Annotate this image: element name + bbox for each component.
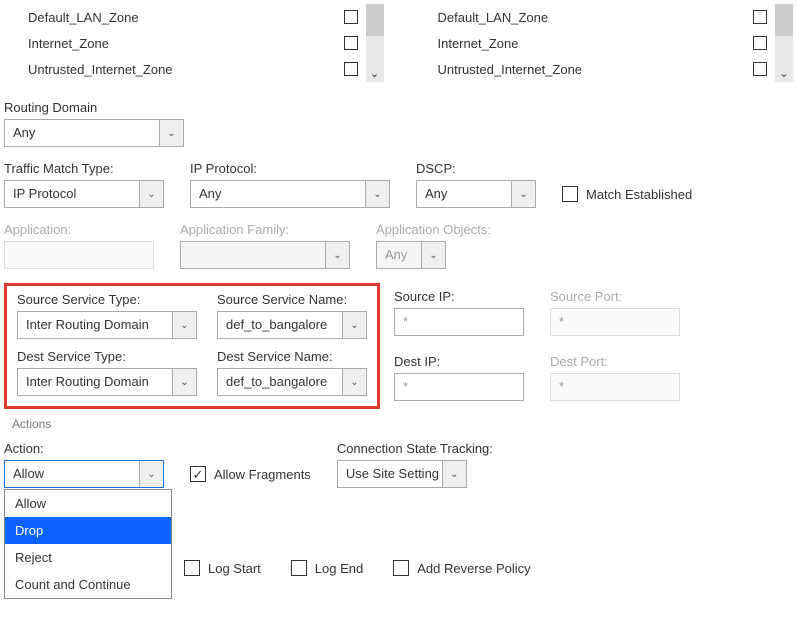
application-input <box>4 241 154 269</box>
service-type-highlight: Source Service Type: Inter Routing Domai… <box>4 283 380 409</box>
chevron-down-icon[interactable]: ⌄ <box>365 181 389 207</box>
checkbox[interactable] <box>184 560 200 576</box>
dest-ip-label: Dest IP: <box>394 354 524 369</box>
list-item[interactable]: Untrusted_Internet_Zone <box>414 56 776 82</box>
action-select[interactable]: Allow⌄ <box>4 460 164 488</box>
checkbox[interactable] <box>393 560 409 576</box>
chevron-down-icon[interactable]: ⌄ <box>139 181 163 207</box>
action-option-reject[interactable]: Reject <box>5 544 171 571</box>
ip-protocol-select[interactable]: Any⌄ <box>190 180 390 208</box>
dst-svc-type-select[interactable]: Inter Routing Domain⌄ <box>17 368 197 396</box>
dst-svc-name-select[interactable]: def_to_bangalore⌄ <box>217 368 367 396</box>
src-svc-type-select[interactable]: Inter Routing Domain⌄ <box>17 311 197 339</box>
log-start-check[interactable]: Log Start <box>184 560 261 576</box>
src-svc-name-select[interactable]: def_to_bangalore⌄ <box>217 311 367 339</box>
chevron-down-icon[interactable]: ⌄ <box>342 312 366 338</box>
checkbox[interactable] <box>344 10 358 24</box>
conn-state-select[interactable]: Use Site Setting⌄ <box>337 460 467 488</box>
checkbox[interactable] <box>753 62 767 76</box>
checkbox[interactable] <box>291 560 307 576</box>
list-item[interactable]: Untrusted_Internet_Zone <box>4 56 366 82</box>
list-item[interactable]: Internet_Zone <box>4 30 366 56</box>
dst-svc-name-label: Dest Service Name: <box>217 349 367 364</box>
actions-section-label: Actions <box>12 417 793 431</box>
chevron-down-icon[interactable]: ⌄ <box>775 67 793 80</box>
list-item[interactable]: Internet_Zone <box>414 30 776 56</box>
source-port-label: Source Port: <box>550 289 680 304</box>
application-label: Application: <box>4 222 154 237</box>
source-port-input: * <box>550 308 680 336</box>
routing-domain-select[interactable]: Any ⌄ <box>4 119 184 147</box>
checkbox[interactable] <box>344 62 358 76</box>
from-zone-list: Default_LAN_Zone Internet_Zone Untrusted… <box>4 4 384 82</box>
allow-fragments-check[interactable]: Allow Fragments <box>190 460 311 488</box>
to-zone-list: Default_LAN_Zone Internet_Zone Untrusted… <box>414 4 794 82</box>
chevron-down-icon: ⌄ <box>421 242 445 268</box>
chevron-down-icon[interactable]: ⌄ <box>442 461 466 487</box>
list-item[interactable]: Default_LAN_Zone <box>4 4 366 30</box>
chevron-down-icon: ⌄ <box>325 242 349 268</box>
chevron-down-icon[interactable]: ⌄ <box>342 369 366 395</box>
traffic-match-label: Traffic Match Type: <box>4 161 164 176</box>
chevron-down-icon[interactable]: ⌄ <box>139 461 163 487</box>
routing-domain-label: Routing Domain <box>4 100 793 115</box>
action-label: Action: <box>4 441 164 456</box>
checkbox[interactable] <box>190 466 206 482</box>
app-objects-label: Application Objects: <box>376 222 491 237</box>
traffic-match-select[interactable]: IP Protocol⌄ <box>4 180 164 208</box>
action-option-allow[interactable]: Allow <box>5 490 171 517</box>
dscp-label: DSCP: <box>416 161 536 176</box>
src-svc-name-label: Source Service Name: <box>217 292 367 307</box>
scrollbar[interactable]: ⌄ <box>775 4 793 82</box>
match-established-check[interactable]: Match Established <box>562 180 692 208</box>
list-item[interactable]: Default_LAN_Zone <box>414 4 776 30</box>
add-reverse-policy-check[interactable]: Add Reverse Policy <box>393 560 530 576</box>
app-objects-select: Any⌄ <box>376 241 446 269</box>
zone-lists: Default_LAN_Zone Internet_Zone Untrusted… <box>4 4 793 82</box>
dscp-select[interactable]: Any⌄ <box>416 180 536 208</box>
dest-ip-input[interactable]: * <box>394 373 524 401</box>
checkbox[interactable] <box>562 186 578 202</box>
chevron-down-icon[interactable]: ⌄ <box>366 67 384 80</box>
chevron-down-icon[interactable]: ⌄ <box>511 181 535 207</box>
source-ip-label: Source IP: <box>394 289 524 304</box>
chevron-down-icon[interactable]: ⌄ <box>172 369 196 395</box>
scrollbar[interactable]: ⌄ <box>366 4 384 82</box>
ip-protocol-label: IP Protocol: <box>190 161 390 176</box>
checkbox[interactable] <box>753 36 767 50</box>
checkbox[interactable] <box>344 36 358 50</box>
action-dropdown-list: Allow Drop Reject Count and Continue <box>4 489 172 599</box>
dst-svc-type-label: Dest Service Type: <box>17 349 197 364</box>
dest-port-input: * <box>550 373 680 401</box>
checkbox[interactable] <box>753 10 767 24</box>
app-family-label: Application Family: <box>180 222 350 237</box>
action-option-drop[interactable]: Drop <box>5 517 171 544</box>
chevron-down-icon[interactable]: ⌄ <box>159 120 183 146</box>
conn-state-label: Connection State Tracking: <box>337 441 493 456</box>
app-family-select: ⌄ <box>180 241 350 269</box>
action-option-count[interactable]: Count and Continue <box>5 571 171 598</box>
log-end-check[interactable]: Log End <box>291 560 363 576</box>
chevron-down-icon[interactable]: ⌄ <box>172 312 196 338</box>
src-svc-type-label: Source Service Type: <box>17 292 197 307</box>
source-ip-input[interactable]: * <box>394 308 524 336</box>
dest-port-label: Dest Port: <box>550 354 680 369</box>
